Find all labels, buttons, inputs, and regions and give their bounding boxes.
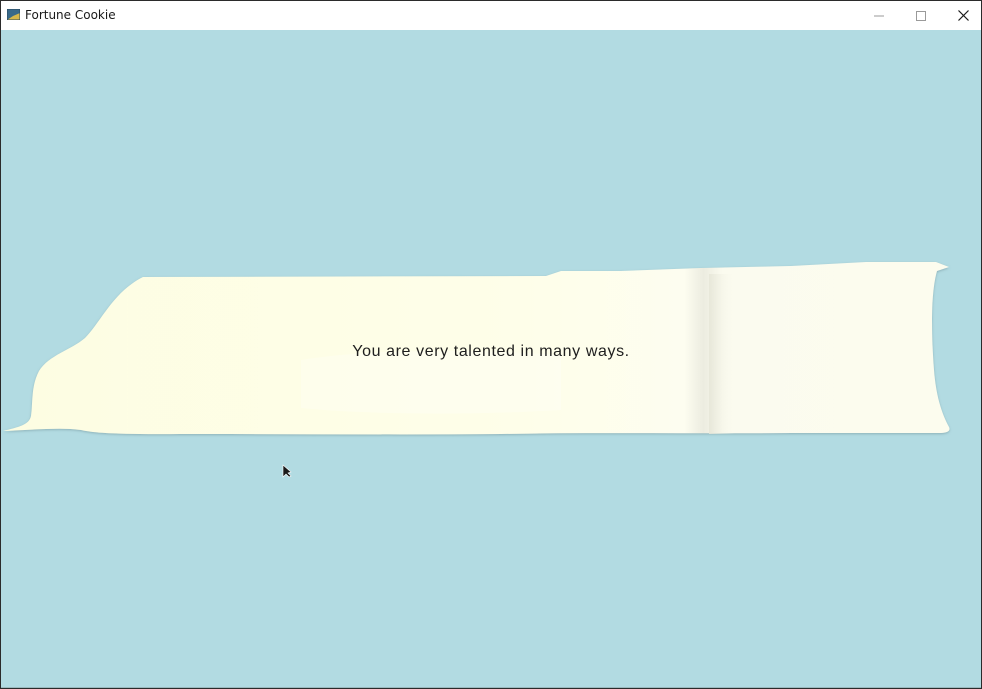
app-window: Fortune Cookie You are very talented in … (0, 0, 982, 689)
mouse-pointer-icon (282, 464, 292, 478)
minimize-button[interactable] (858, 1, 900, 30)
window-title: Fortune Cookie (25, 8, 116, 22)
app-icon (7, 9, 20, 20)
minimize-icon (874, 15, 884, 16)
close-button[interactable] (942, 1, 981, 30)
title-bar[interactable]: Fortune Cookie (1, 1, 981, 30)
fortune-canvas[interactable]: You are very talented in many ways. (1, 30, 981, 688)
maximize-icon (916, 10, 926, 21)
maximize-button[interactable] (900, 1, 942, 30)
close-icon (957, 10, 969, 21)
fortune-message: You are very talented in many ways. (352, 343, 630, 360)
